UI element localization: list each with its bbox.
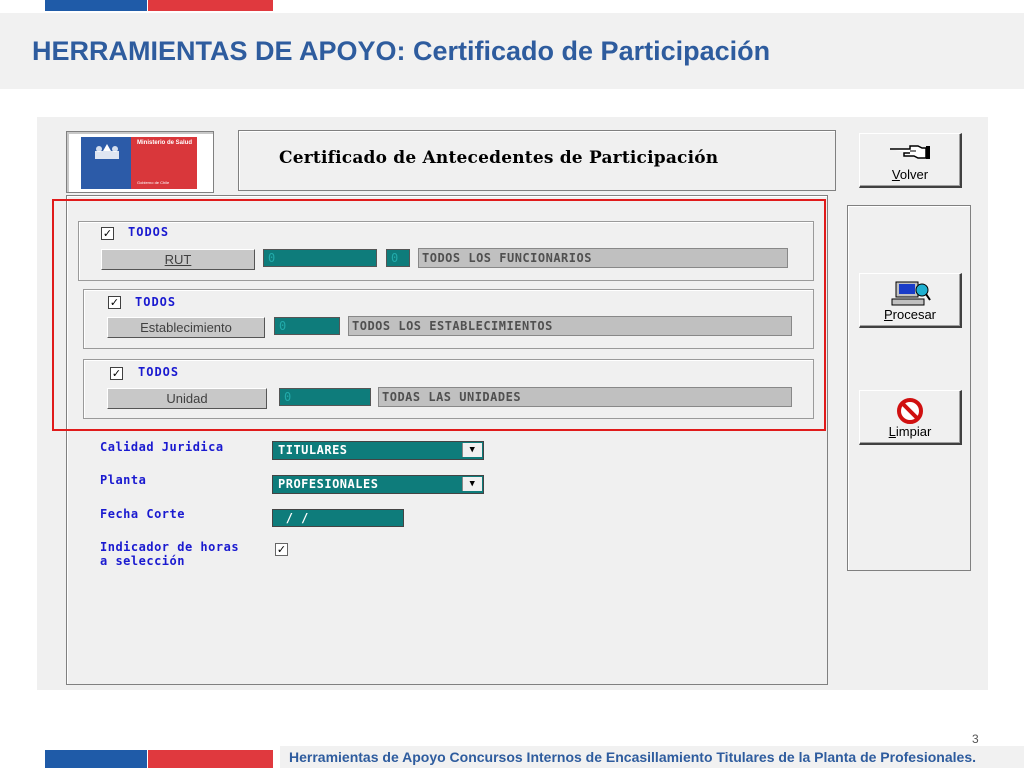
calidad-juridica-select[interactable]: TITULARES ▼ [272,441,484,460]
volver-button[interactable]: Volver [859,133,962,188]
form-heading-box: Certificado de Antecedentes de Participa… [238,130,836,191]
logo: Ministerio de Salud Gobierno de Chile [66,131,214,193]
indicador-horas-checkbox[interactable]: ✓ [275,543,288,556]
pointing-hand-icon [890,145,930,159]
computer-icon [891,281,931,306]
indicador-label-line1: Indicador de horas [100,540,240,554]
no-entry-icon [897,398,923,424]
footer-text: Herramientas de Apoyo Concursos Internos… [289,749,976,765]
planta-select[interactable]: PROFESIONALES ▼ [272,475,484,494]
logo-text-government: Gobierno de Chile [137,180,170,185]
top-accent-bar [45,0,273,11]
procesar-button[interactable]: Procesar [859,273,962,328]
page-number: 3 [972,732,979,746]
highlight-frame [52,199,826,431]
fecha-corte-label: Fecha Corte [100,507,185,521]
chevron-down-icon[interactable]: ▼ [462,477,482,491]
form-heading: Certificado de Antecedentes de Participa… [279,148,719,168]
fecha-corte-input[interactable]: / / [272,509,404,527]
slide-title: HERRAMIENTAS DE APOYO: Certificado de Pa… [32,36,771,66]
chevron-down-icon[interactable]: ▼ [462,443,482,457]
limpiar-button[interactable]: Limpiar [859,390,962,445]
bottom-accent-bar [45,750,273,768]
logo-text-ministry: Ministerio de Salud [137,140,193,146]
side-panel [847,205,971,571]
planta-label: Planta [100,473,147,487]
calidad-juridica-label: Calidad Juridica [100,440,224,454]
app-window: Ministerio de Salud Gobierno de Chile Ce… [37,117,988,690]
indicador-label-line2: a selección [100,554,185,568]
crest-icon [95,144,119,159]
